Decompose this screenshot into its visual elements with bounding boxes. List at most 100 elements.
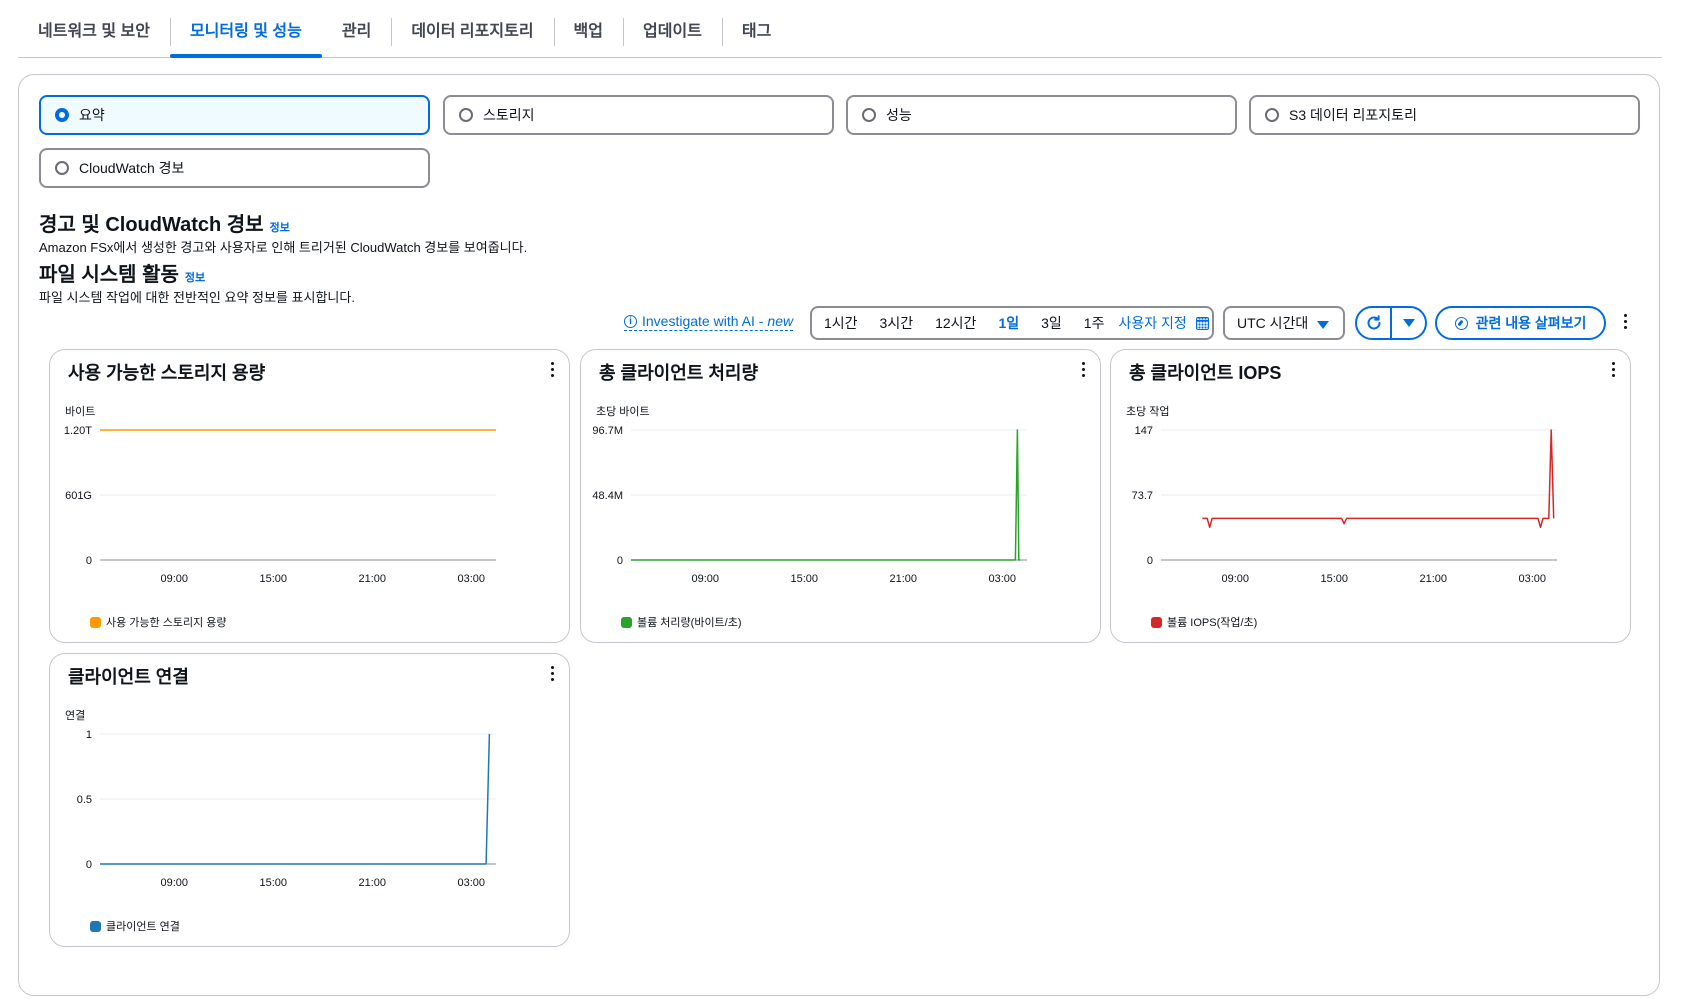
x-tick-label: 21:00 bbox=[889, 573, 917, 585]
range-3d-button[interactable]: 3일 bbox=[1041, 313, 1062, 333]
x-tick-label: 03:00 bbox=[988, 573, 1016, 585]
legend-swatch bbox=[621, 616, 632, 628]
chart-legend[interactable]: 볼륨 IOPS(작업/초) bbox=[1151, 614, 1257, 630]
alerts-title: 경고 및 CloudWatch 경보 bbox=[39, 214, 264, 236]
y-tick-label: 1.20T bbox=[64, 425, 92, 437]
x-tick-label: 15:00 bbox=[259, 877, 287, 889]
y-tick-label: 0 bbox=[86, 859, 92, 871]
y-tick-label: 601G bbox=[65, 490, 92, 502]
compass-icon bbox=[1454, 316, 1468, 330]
tab-network-security[interactable]: 네트워크 및 보안 bbox=[18, 0, 170, 57]
x-tick-label: 03:00 bbox=[457, 877, 485, 889]
y-tick-label: 73.7 bbox=[1132, 490, 1153, 502]
y-tick-label: 0.5 bbox=[77, 794, 92, 806]
x-tick-label: 21:00 bbox=[358, 877, 386, 889]
refresh-icon bbox=[1367, 315, 1380, 330]
legend-swatch bbox=[90, 920, 101, 932]
widget-client-throughput: 총 클라이언트 처리량 초당 바이트 96.7M 48.4M 0 09:00 15:00… bbox=[580, 349, 1101, 643]
range-1h-button[interactable]: 1시간 bbox=[824, 313, 858, 333]
view-option-performance[interactable]: 성능 bbox=[846, 95, 1237, 135]
widget-client-iops: 총 클라이언트 IOPS 초당 작업 147 73.7 0 09:00 15:00 21:… bbox=[1110, 349, 1631, 643]
dashboard-actions-menu[interactable] bbox=[1624, 314, 1628, 329]
view-option-s3-repository[interactable]: S3 데이터 리포지토리 bbox=[1249, 95, 1640, 135]
x-tick-label: 21:00 bbox=[358, 573, 386, 585]
x-tick-label: 09:00 bbox=[691, 573, 719, 585]
view-option-storage-label: 스토리지 bbox=[483, 107, 535, 123]
activity-heading: 파일 시스템 활동 정보 bbox=[39, 258, 205, 287]
chart-legend[interactable]: 클라이언트 연결 bbox=[90, 918, 180, 934]
caret-down-icon bbox=[1317, 321, 1329, 329]
view-option-storage[interactable]: 스토리지 bbox=[443, 95, 834, 135]
view-option-summary-label: 요약 bbox=[79, 107, 105, 123]
range-1w-button[interactable]: 1주 bbox=[1084, 313, 1105, 333]
time-range-selector: 1시간 3시간 12시간 1일 3일 1주 사용자 지정 bbox=[810, 306, 1214, 340]
x-tick-label: 21:00 bbox=[1419, 573, 1447, 585]
refresh-button-group bbox=[1355, 306, 1427, 340]
tab-bar: 네트워크 및 보안 모니터링 및 성능 관리 데이터 리포지토리 백업 업데이트… bbox=[18, 0, 1662, 58]
investigate-with-ai-link[interactable]: i Investigate with AI - new bbox=[624, 313, 794, 331]
widget-storage-capacity: 사용 가능한 스토리지 용량 바이트 1.20T 601G 0 09:00 15:00 2… bbox=[49, 349, 570, 643]
timezone-select[interactable]: UTC 시간대 bbox=[1223, 306, 1345, 340]
range-3h-button[interactable]: 3시간 bbox=[880, 313, 914, 333]
storage-capacity-chart: 1.20T 601G 0 09:00 15:00 21:00 03:00 bbox=[64, 425, 496, 585]
legend-label: 볼륨 IOPS(작업/초) bbox=[1167, 617, 1258, 629]
activity-description: 파일 시스템 작업에 대한 전반적인 요약 정보를 표시합니다. bbox=[39, 290, 355, 305]
alerts-heading: 경고 및 CloudWatch 경보 정보 bbox=[39, 208, 290, 237]
timezone-label: UTC 시간대 bbox=[1237, 315, 1309, 331]
investigate-new-badge: new bbox=[767, 313, 794, 329]
tab-data-repository[interactable]: 데이터 리포지토리 bbox=[391, 0, 553, 57]
y-tick-label: 0 bbox=[1147, 555, 1153, 567]
x-tick-label: 09:00 bbox=[160, 877, 188, 889]
view-option-summary[interactable]: 요약 bbox=[39, 95, 430, 135]
chart-legend[interactable]: 사용 가능한 스토리지 용량 bbox=[90, 614, 227, 630]
range-1d-button[interactable]: 1일 bbox=[998, 313, 1019, 333]
tab-backups[interactable]: 백업 bbox=[553, 0, 623, 57]
y-tick-label: 0 bbox=[86, 555, 92, 567]
y-tick-label: 147 bbox=[1135, 425, 1153, 437]
radio-unselected-icon bbox=[1265, 108, 1279, 122]
range-12h-button[interactable]: 12시간 bbox=[935, 313, 976, 333]
tab-updates[interactable]: 업데이트 bbox=[623, 0, 722, 57]
view-option-performance-label: 성능 bbox=[886, 107, 912, 123]
refresh-interval-dropdown[interactable] bbox=[1390, 308, 1425, 338]
x-tick-label: 09:00 bbox=[160, 573, 188, 585]
legend-label: 볼륨 처리량(바이트/초) bbox=[637, 617, 742, 629]
tab-administration[interactable]: 관리 bbox=[322, 0, 391, 57]
explore-related-label: 관련 내용 살펴보기 bbox=[1475, 315, 1587, 331]
alerts-description: Amazon FSx에서 생성한 경고와 사용자로 인해 트리거된 CloudW… bbox=[39, 240, 528, 255]
y-tick-label: 48.4M bbox=[592, 490, 623, 502]
y-tick-label: 1 bbox=[86, 729, 92, 741]
radio-unselected-icon bbox=[459, 108, 473, 122]
x-tick-label: 15:00 bbox=[790, 573, 818, 585]
legend-label: 사용 가능한 스토리지 용량 bbox=[106, 617, 227, 629]
caret-down-icon bbox=[1402, 319, 1415, 327]
info-icon: i bbox=[624, 314, 637, 328]
series-line bbox=[1202, 429, 1555, 529]
client-connections-chart: 1 0.5 0 09:00 15:00 21:00 03:00 bbox=[77, 729, 496, 889]
tab-tags[interactable]: 태그 bbox=[721, 0, 791, 57]
widget-client-connections: 클라이언트 연결 연결 1 0.5 0 09:00 15:00 21:00 03:00 클라… bbox=[49, 653, 570, 947]
client-throughput-chart: 96.7M 48.4M 0 09:00 15:00 21:00 03:00 bbox=[592, 425, 1027, 585]
activity-title: 파일 시스템 활동 bbox=[39, 264, 179, 286]
refresh-button[interactable] bbox=[1357, 308, 1390, 338]
investigate-label: Investigate with AI - bbox=[642, 313, 764, 329]
tab-monitoring-performance[interactable]: 모니터링 및 성능 bbox=[169, 0, 322, 58]
x-tick-label: 03:00 bbox=[1518, 573, 1546, 585]
x-tick-label: 15:00 bbox=[259, 573, 287, 585]
legend-swatch bbox=[90, 616, 101, 628]
view-option-s3-label: S3 데이터 리포지토리 bbox=[1289, 107, 1417, 123]
explore-related-button[interactable]: 관련 내용 살펴보기 bbox=[1435, 306, 1606, 340]
view-option-cloudwatch[interactable]: CloudWatch 경보 bbox=[39, 148, 430, 188]
x-tick-label: 03:00 bbox=[457, 573, 485, 585]
radio-unselected-icon bbox=[862, 108, 876, 122]
radio-unselected-icon bbox=[55, 161, 69, 175]
legend-label: 클라이언트 연결 bbox=[106, 921, 180, 933]
alerts-info-link[interactable]: 정보 bbox=[270, 222, 290, 234]
activity-info-link[interactable]: 정보 bbox=[185, 272, 205, 284]
view-option-cloudwatch-label: CloudWatch 경보 bbox=[79, 160, 185, 176]
chart-legend[interactable]: 볼륨 처리량(바이트/초) bbox=[621, 614, 742, 630]
range-custom-button[interactable]: 사용자 지정 bbox=[1118, 313, 1209, 333]
legend-swatch bbox=[1151, 616, 1162, 628]
radio-selected-icon bbox=[55, 108, 69, 122]
x-tick-label: 15:00 bbox=[1320, 573, 1348, 585]
